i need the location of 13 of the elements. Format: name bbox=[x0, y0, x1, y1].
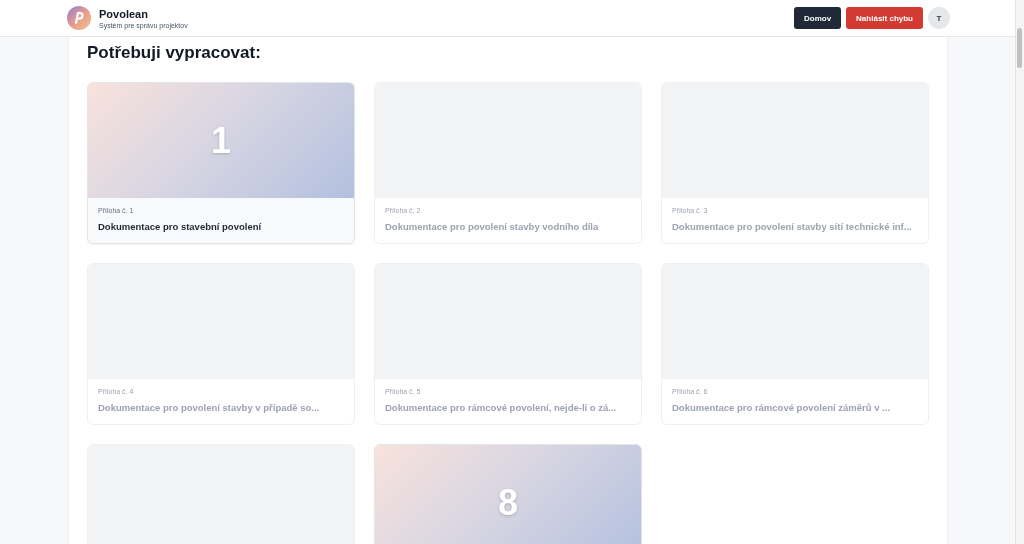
page-heading: Potřebuji vypracovat: bbox=[87, 43, 262, 63]
user-avatar[interactable]: T bbox=[928, 7, 950, 29]
attachment-title: Dokumentace pro rámcové povolení, nejde-li o zá... bbox=[385, 402, 618, 413]
attachment-title: Dokumentace pro povolení stavby sítí technické inf... bbox=[672, 221, 913, 232]
attachment-title: Dokumentace pro stavební povolení bbox=[98, 221, 263, 232]
scrollbar-thumb[interactable] bbox=[1017, 28, 1022, 68]
logo-icon bbox=[67, 6, 91, 30]
home-button[interactable]: Domov bbox=[793, 7, 842, 29]
attachment-title: Dokumentace pro povolení stavby v případě so... bbox=[98, 402, 321, 413]
report-bug-button[interactable]: Nahlásit chybu bbox=[846, 7, 923, 29]
app-name: Povolean bbox=[99, 7, 149, 20]
attachment-title: Dokumentace pro rámcové povolení záměrů v ... bbox=[672, 402, 892, 413]
attachment-title: Dokumentace pro povolení stavby vodního díla bbox=[385, 221, 600, 232]
